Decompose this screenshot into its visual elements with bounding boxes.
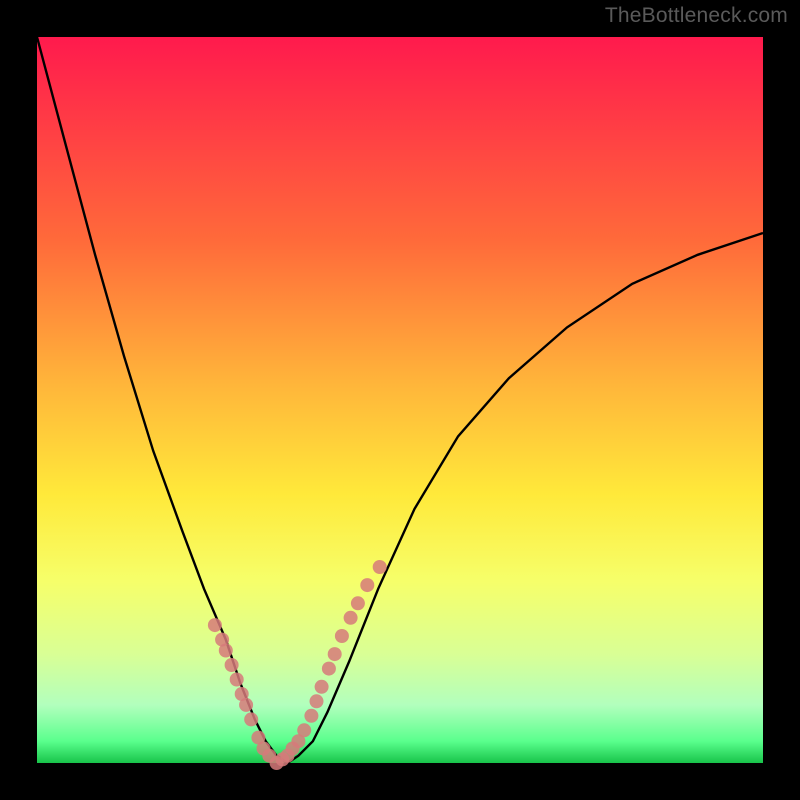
marker-point <box>230 673 244 687</box>
marker-point <box>328 647 342 661</box>
marker-point <box>360 578 374 592</box>
marker-point <box>344 611 358 625</box>
marker-point <box>225 658 239 672</box>
marker-point <box>315 680 329 694</box>
highlighted-points <box>208 560 387 770</box>
marker-point <box>208 618 222 632</box>
marker-point <box>304 709 318 723</box>
plot-area <box>37 37 763 763</box>
marker-point <box>244 712 258 726</box>
chart-frame: TheBottleneck.com <box>0 0 800 800</box>
marker-point <box>239 698 253 712</box>
marker-point <box>335 629 349 643</box>
marker-point <box>322 662 336 676</box>
bottleneck-curve <box>37 37 763 763</box>
watermark-text: TheBottleneck.com <box>605 4 788 28</box>
marker-point <box>219 644 233 658</box>
marker-point <box>373 560 387 574</box>
marker-point <box>297 723 311 737</box>
marker-point <box>351 596 365 610</box>
marker-point <box>310 694 324 708</box>
curve-svg <box>37 37 763 763</box>
